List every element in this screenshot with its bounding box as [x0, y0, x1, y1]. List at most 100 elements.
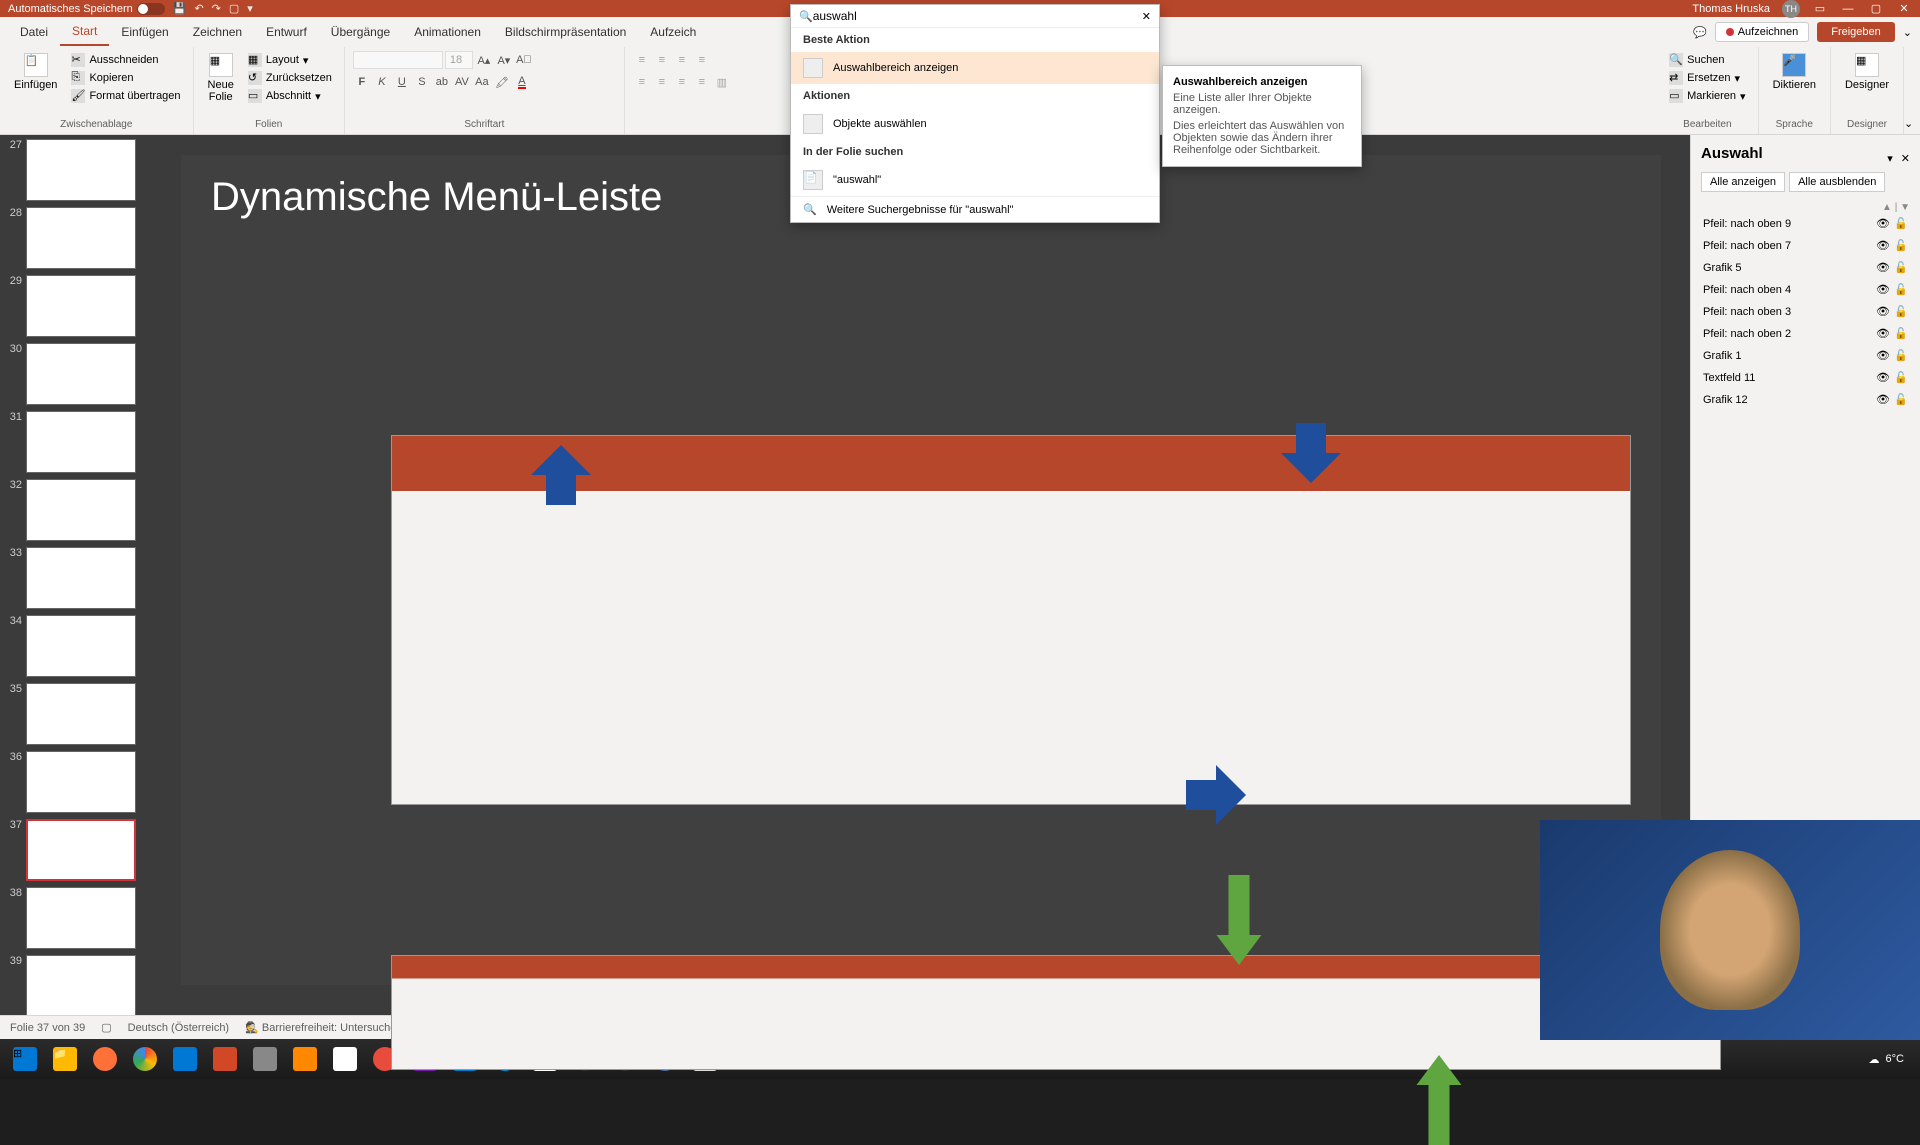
start-button[interactable]: ⊞ [6, 1040, 44, 1078]
slide-canvas[interactable]: Dynamische Menü-Leiste [152, 135, 1690, 1015]
user-avatar[interactable]: TH [1782, 0, 1800, 18]
accessibility-status[interactable]: 🕵 Barrierefreiheit: Untersuchen [245, 1021, 402, 1034]
search-result-select-objects[interactable]: Objekte auswählen [791, 108, 1159, 140]
visibility-icon[interactable]: 👁 [1876, 239, 1890, 253]
share-button[interactable]: Freigeben [1817, 22, 1895, 42]
powerpoint-icon[interactable] [206, 1040, 244, 1078]
explorer-icon[interactable]: 📁 [46, 1040, 84, 1078]
visibility-icon[interactable]: 👁 [1876, 349, 1890, 363]
visibility-icon[interactable]: 👁 [1876, 371, 1890, 385]
shadow-button[interactable]: ab [433, 73, 451, 91]
layout-button[interactable]: ▦Layout ▾ [244, 51, 336, 69]
strike-button[interactable]: S [413, 73, 431, 91]
arrow-up-blue-icon[interactable] [531, 445, 591, 505]
tab-einfuegen[interactable]: Einfügen [109, 19, 180, 45]
slide-thumbnail-36[interactable] [26, 751, 136, 813]
slide-thumbnail-34[interactable] [26, 615, 136, 677]
slide-thumbnails[interactable]: 27282930313233343536373839 [0, 135, 152, 1015]
slide-thumbnail-37[interactable] [26, 819, 136, 881]
user-name[interactable]: Thomas Hruska [1692, 3, 1770, 15]
slideshow-icon[interactable]: ▢ [229, 2, 239, 15]
tab-bildschirm[interactable]: Bildschirmpräsentation [493, 19, 638, 45]
pane-close-icon[interactable]: ✕ [1901, 152, 1910, 165]
tab-animationen[interactable]: Animationen [402, 19, 493, 45]
search-close-icon[interactable]: ✕ [1142, 10, 1151, 23]
slide-thumbnail-32[interactable] [26, 479, 136, 541]
align-center-icon[interactable]: ≡ [653, 73, 671, 91]
replace-button[interactable]: ⇄Ersetzen ▾ [1665, 69, 1749, 87]
slide-thumbnail-28[interactable] [26, 207, 136, 269]
app-icon[interactable] [246, 1040, 284, 1078]
close-icon[interactable]: ✕ [1896, 1, 1912, 17]
decrease-font-icon[interactable]: A▾ [495, 51, 513, 69]
redo-icon[interactable]: ↷ [212, 2, 221, 15]
bold-button[interactable]: F [353, 73, 371, 91]
maximize-icon[interactable]: ▢ [1868, 1, 1884, 17]
search-input[interactable] [813, 9, 1142, 23]
arrow-up-green-icon[interactable] [1416, 1055, 1462, 1145]
reset-button[interactable]: ↺Zurücksetzen [244, 69, 336, 87]
cut-button[interactable]: ✂Ausschneiden [67, 51, 184, 69]
paste-button[interactable]: 📋Einfügen [8, 51, 63, 93]
outlook-icon[interactable] [166, 1040, 204, 1078]
save-icon[interactable]: 💾 [173, 2, 187, 15]
slide-image-bottom[interactable] [391, 955, 1721, 1070]
app2-icon[interactable] [326, 1040, 364, 1078]
dictate-button[interactable]: 🎤Diktieren [1767, 51, 1822, 93]
vlc-icon[interactable] [286, 1040, 324, 1078]
chevron-down-icon[interactable]: ⌄ [1903, 26, 1912, 39]
indent-inc-icon[interactable]: ≡ [693, 51, 711, 69]
slide-thumbnail-31[interactable] [26, 411, 136, 473]
search-more-results[interactable]: 🔍Weitere Suchergebnisse für "auswahl" [791, 196, 1159, 222]
slide-thumbnail-35[interactable] [26, 683, 136, 745]
lock-icon[interactable]: 🔓 [1894, 393, 1908, 407]
pane-dropdown-icon[interactable]: ▾ [1887, 152, 1893, 165]
italic-button[interactable]: K [373, 73, 391, 91]
slide-thumbnail-27[interactable] [26, 139, 136, 201]
slide-thumbnail-33[interactable] [26, 547, 136, 609]
font-size[interactable] [445, 51, 473, 69]
visibility-icon[interactable]: 👁 [1876, 305, 1890, 319]
slide-thumbnail-29[interactable] [26, 275, 136, 337]
visibility-icon[interactable]: 👁 [1876, 393, 1890, 407]
indent-dec-icon[interactable]: ≡ [673, 51, 691, 69]
lock-icon[interactable]: 🔓 [1894, 371, 1908, 385]
accessibility-icon[interactable]: ▢ [101, 1021, 111, 1034]
section-button[interactable]: ▭Abschnitt ▾ [244, 87, 336, 105]
language-status[interactable]: Deutsch (Österreich) [128, 1022, 229, 1034]
autosave-toggle[interactable]: Automatisches Speichern [8, 3, 165, 15]
slide-thumbnail-39[interactable] [26, 955, 136, 1015]
highlight-button[interactable]: 🖍 [493, 73, 511, 91]
format-painter-button[interactable]: 🖌Format übertragen [67, 87, 184, 105]
hide-all-button[interactable]: Alle ausblenden [1789, 172, 1885, 192]
selection-item[interactable]: Grafik 1👁🔓 [1701, 345, 1910, 367]
arrow-down-blue-icon[interactable] [1281, 423, 1341, 483]
designer-button[interactable]: ▦Designer [1839, 51, 1895, 93]
chrome-icon[interactable] [126, 1040, 164, 1078]
lock-icon[interactable]: 🔓 [1894, 349, 1908, 363]
collapse-ribbon-icon[interactable]: ⌄ [1904, 117, 1913, 130]
underline-button[interactable]: U [393, 73, 411, 91]
record-button[interactable]: Aufzeichnen [1715, 22, 1810, 42]
case-button[interactable]: Aa [473, 73, 491, 91]
weather-widget[interactable]: ☁ 6°C [1869, 1053, 1914, 1066]
tab-uebergaenge[interactable]: Übergänge [319, 19, 402, 45]
tab-aufzeichnen[interactable]: Aufzeich [638, 19, 708, 45]
slide-counter[interactable]: Folie 37 von 39 [10, 1022, 85, 1034]
bullets-icon[interactable]: ≡ [633, 51, 651, 69]
copy-button[interactable]: ⎘Kopieren [67, 69, 184, 87]
lock-icon[interactable]: 🔓 [1894, 239, 1908, 253]
lock-icon[interactable]: 🔓 [1894, 327, 1908, 341]
search-result-selection-pane[interactable]: Auswahlbereich anzeigen [791, 52, 1159, 84]
clear-format-icon[interactable]: A⃠ [515, 51, 533, 69]
selection-item[interactable]: Pfeil: nach oben 4👁🔓 [1701, 279, 1910, 301]
comments-icon[interactable]: 💬 [1693, 26, 1707, 39]
lock-icon[interactable]: 🔓 [1894, 217, 1908, 231]
new-slide-button[interactable]: ▦Neue Folie [202, 51, 240, 105]
spacing-button[interactable]: AV [453, 73, 471, 91]
selection-item[interactable]: Pfeil: nach oben 9👁🔓 [1701, 213, 1910, 235]
arrow-down-green-icon[interactable] [1216, 875, 1262, 965]
visibility-icon[interactable]: 👁 [1876, 217, 1890, 231]
numbering-icon[interactable]: ≡ [653, 51, 671, 69]
tab-start[interactable]: Start [60, 18, 109, 46]
